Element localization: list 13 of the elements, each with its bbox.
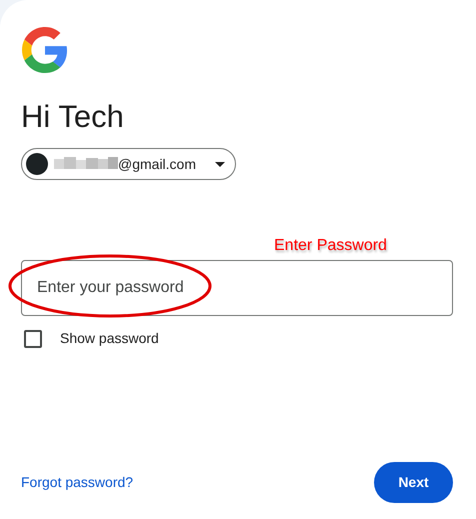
forgot-password-link[interactable]: Forgot password?	[21, 472, 134, 493]
dropdown-caret-icon	[215, 162, 225, 166]
account-name-heading: Hi Tech	[21, 98, 125, 136]
show-password-label: Show password	[60, 329, 159, 348]
account-chip[interactable]: @gmail.com	[21, 148, 236, 180]
blurred-text-icon	[54, 157, 118, 171]
avatar-icon	[26, 153, 48, 175]
show-password-checkbox[interactable]	[24, 330, 42, 348]
annotation-label: Enter Password	[274, 237, 387, 254]
password-field[interactable]: Enter your password	[21, 260, 453, 316]
google-logo	[22, 27, 68, 73]
next-button[interactable]: Next	[374, 462, 453, 503]
account-email: @gmail.com	[118, 154, 198, 174]
